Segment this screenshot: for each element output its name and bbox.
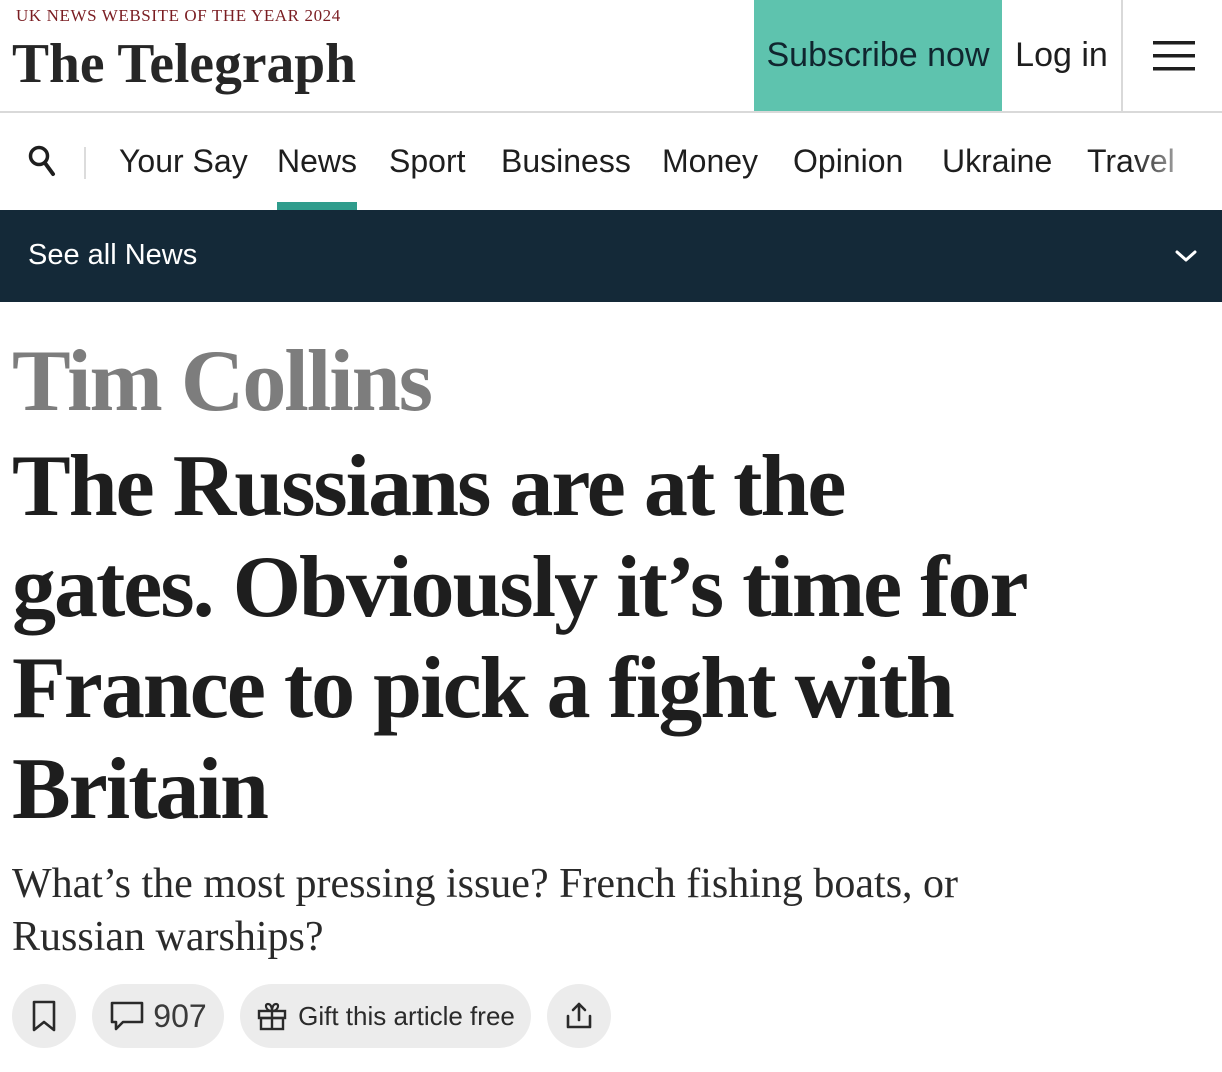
comments-button[interactable]: 907 (92, 984, 224, 1048)
bookmark-icon (32, 1000, 56, 1032)
nav-item-opinion[interactable]: Opinion (793, 139, 903, 183)
nav-item-ukraine[interactable]: Ukraine (942, 139, 1052, 183)
award-banner: UK NEWS WEBSITE OF THE YEAR 2024 (16, 6, 341, 25)
headline-line: Britain (12, 741, 269, 838)
nav-item-news[interactable]: News (277, 139, 357, 183)
article-author[interactable]: Tim Collins (12, 334, 433, 430)
hamburger-menu-icon (1152, 40, 1195, 70)
headline-line: The Russians are at the (12, 438, 846, 535)
telegraph-logo[interactable]: The Telegraph (12, 30, 362, 100)
standfirst-line: What’s the most pressing issue? French f… (12, 861, 959, 907)
see-all-news-label: See all News (28, 239, 198, 271)
nav-divider (84, 147, 86, 179)
nav-item-business[interactable]: Business (501, 139, 631, 183)
article-standfirst: What’s the most pressing issue? French f… (12, 858, 1202, 964)
search-button[interactable] (22, 141, 62, 181)
share-icon (566, 1002, 592, 1029)
standfirst-line: Russian warships? (12, 914, 324, 960)
nav-item-your-say[interactable]: Your Say (119, 139, 248, 183)
gift-article-button[interactable]: Gift this article free (240, 984, 531, 1048)
headline-line: gates. Obviously it’s time for (12, 539, 1029, 636)
nav-active-indicator (277, 202, 357, 210)
primary-nav: Your Say News Sport Business Money Opini… (0, 113, 1222, 210)
nav-item-sport[interactable]: Sport (389, 139, 465, 183)
login-button[interactable]: Log in (1002, 0, 1123, 111)
chevron-down-icon[interactable] (1172, 244, 1200, 268)
headline-line: France to pick a fight with (12, 640, 955, 737)
share-button[interactable] (547, 984, 611, 1048)
nav-item-money[interactable]: Money (662, 139, 758, 183)
comment-count: 907 (153, 997, 207, 1034)
article-headline: The Russians are at the gates. Obviously… (12, 436, 1212, 840)
section-bar[interactable]: See all News (0, 210, 1222, 302)
masthead: UK NEWS WEBSITE OF THE YEAR 2024 The Tel… (0, 0, 1222, 113)
comment-icon (110, 1001, 144, 1031)
subscribe-button[interactable]: Subscribe now (754, 0, 1002, 111)
gift-icon (257, 1002, 287, 1031)
menu-button[interactable] (1125, 0, 1222, 111)
nav-item-travel[interactable]: Travel (1087, 139, 1175, 183)
logo-wordmark: The Telegraph (12, 33, 356, 95)
gift-article-label: Gift this article free (298, 1000, 515, 1031)
save-article-button[interactable] (12, 984, 76, 1048)
search-icon (28, 145, 55, 176)
